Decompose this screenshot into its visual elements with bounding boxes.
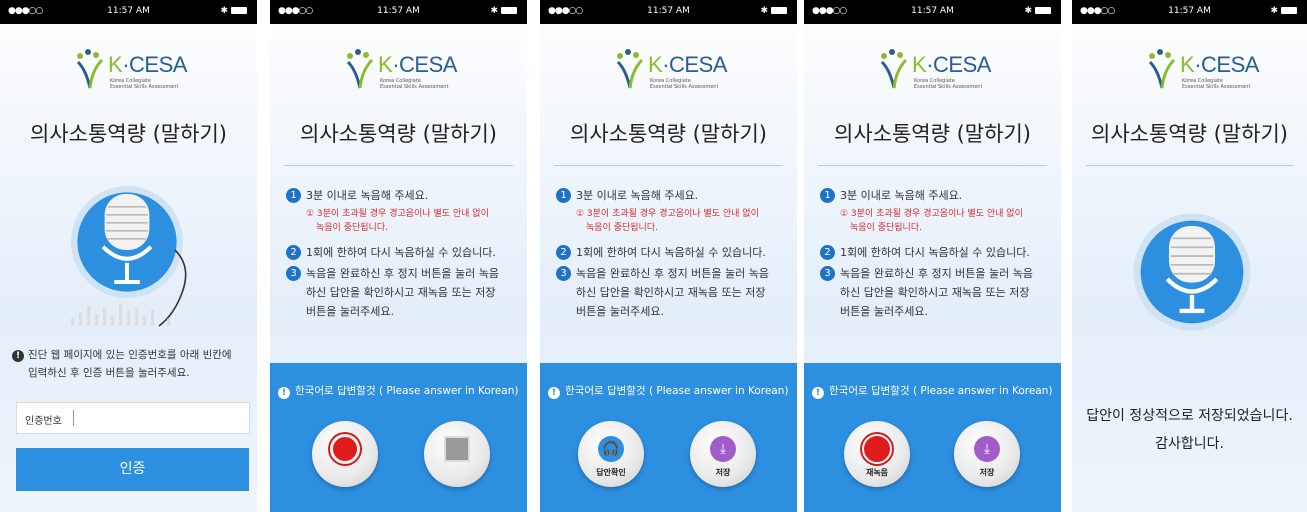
exclamation-icon: !: [548, 387, 560, 399]
review-answer-button[interactable]: 🎧 답안확인: [578, 421, 644, 487]
exclamation-icon: !: [812, 387, 824, 399]
status-bar: ●●●○○ 11:57 AM ✱: [540, 0, 797, 24]
instruction-item: 1 3분 이내로 녹음해 주세요.: [286, 186, 517, 205]
status-time: 11:57 AM: [911, 6, 954, 16]
auth-code-input[interactable]: 인증번호: [16, 402, 250, 434]
logo-figure-icon: [346, 49, 374, 89]
record-icon: [862, 433, 892, 464]
completion-message: 답안이 정상적으로 저장되었습니다. 감사합니다.: [1086, 408, 1293, 452]
status-time: 11:57 AM: [377, 6, 420, 16]
status-bar: ●●●○○ 11:57 AM ✱: [804, 0, 1061, 24]
page-title: 의사소통역량 (말하기): [300, 122, 497, 146]
warning-text: ① 3분이 초과될 경우 경고음이나 별도 안내 없이 녹음이 중단됩니다.: [840, 209, 1023, 233]
instruction-item: 3 녹음을 완료하신 후 정지 버튼을 눌러 녹음 하신 답안을 확인하시고 재녹음…: [820, 264, 1051, 321]
warning-text: ① 3분이 초과될 경우 경고음이나 별도 안내 없이 녹음이 중단됩니다.: [576, 209, 759, 233]
logo-name: K·CESA: [378, 52, 457, 77]
screen-record: ●●●○○ 11:57 AM ✱ K·CESA Korea Collegiate…: [270, 0, 527, 512]
headphones-icon: 🎧: [598, 435, 624, 462]
language-notice: ! 한국어로 답변할것 ( Please answer in Korean): [548, 383, 793, 399]
download-icon: ⤓: [974, 435, 1000, 462]
warning-text: ① 3분이 초과될 경우 경고음이나 별도 안내 없이 녹음이 중단됩니다.: [306, 209, 489, 233]
divider: [818, 165, 1047, 166]
kcesa-logo: K·CESA Korea Collegiate Essential Skills …: [0, 48, 257, 94]
page-title: 의사소통역량 (말하기): [834, 122, 1031, 146]
stop-icon: [444, 435, 470, 462]
instruction-list: 1 3분 이내로 녹음해 주세요. ① 3분이 초과될 경우 경고음이나 별도 안…: [286, 186, 517, 323]
divider: [554, 165, 783, 166]
battery-icon: ✱: [490, 6, 517, 16]
microphone-illustration-icon: [1133, 213, 1251, 331]
download-icon: ⤓: [710, 435, 736, 462]
battery-icon: ✱: [760, 6, 787, 16]
logo-name: K·CESA: [912, 52, 991, 77]
screen-rerecord: ●●●○○ 11:57 AM ✱ K·CESA Korea Collegiate…: [804, 0, 1061, 512]
status-bar: ●●●○○ 11:57 AM ✱: [0, 0, 257, 24]
status-bar: ●●●○○ 11:57 AM ✱: [1072, 0, 1307, 24]
logo-figure-icon: [76, 49, 104, 89]
record-button[interactable]: [312, 421, 378, 487]
logo-subtitle: Korea Collegiate Essential Skills Assessm…: [914, 78, 983, 90]
instruction-list: 1 3분 이내로 녹음해 주세요. ① 3분이 초과될 경우 경고음이나 별도 안…: [556, 186, 787, 323]
auth-instruction: ! 진단 웹 페이지에 있는 인증번호를 아래 빈칸에 입력하신 후 인증 버튼을…: [12, 346, 251, 382]
instruction-item: 2 1회에 한하여 다시 녹음하실 수 있습니다.: [556, 243, 787, 262]
divider: [1086, 165, 1293, 166]
status-time: 11:57 AM: [107, 6, 150, 16]
logo-figure-icon: [1148, 49, 1176, 89]
instruction-item: 3 녹음을 완료하신 후 정지 버튼을 눌러 녹음 하신 답안을 확인하시고 재녹음…: [556, 264, 787, 321]
instruction-item: 1 3분 이내로 녹음해 주세요.: [820, 186, 1051, 205]
logo-name: K·CESA: [1180, 52, 1259, 77]
logo-subtitle: Korea Collegiate Essential Skills Assessm…: [1182, 78, 1251, 90]
control-panel: ! 한국어로 답변할것 ( Please answer in Korean): [270, 363, 527, 512]
logo-name: K·CESA: [648, 52, 727, 77]
control-panel: ! 한국어로 답변할것 ( Please answer in Korean) 🎧 …: [540, 363, 797, 512]
logo-subtitle: Korea Collegiate Essential Skills Assessm…: [110, 78, 179, 90]
page-title: 의사소통역량 (말하기): [30, 122, 227, 146]
page-title: 의사소통역량 (말하기): [570, 122, 767, 146]
kcesa-logo: K·CESA Korea Collegiate Essential Skills …: [804, 48, 1061, 94]
screen-review: ●●●○○ 11:57 AM ✱ K·CESA Korea Collegiate…: [540, 0, 797, 512]
divider: [284, 165, 513, 166]
instruction-item: 3 녹음을 완료하신 후 정지 버튼을 눌러 녹음 하신 답안을 확인하시고 재녹음…: [286, 264, 517, 321]
instruction-item: 2 1회에 한하여 다시 녹음하실 수 있습니다.: [820, 243, 1051, 262]
kcesa-logo: K·CESA Korea Collegiate Essential Skills …: [540, 48, 797, 94]
rerecord-button[interactable]: 재녹음: [844, 421, 910, 487]
stop-button[interactable]: [424, 421, 490, 487]
logo-figure-icon: [880, 49, 908, 89]
exclamation-icon: !: [278, 387, 290, 399]
instruction-item: 2 1회에 한하여 다시 녹음하실 수 있습니다.: [286, 243, 517, 262]
battery-icon: ✱: [1270, 6, 1297, 16]
screen-complete: ●●●○○ 11:57 AM ✱ K·CESA Korea Collegiate…: [1072, 0, 1307, 512]
battery-icon: ✱: [220, 6, 247, 16]
logo-name: K·CESA: [108, 52, 187, 77]
instruction-item: 1 3분 이내로 녹음해 주세요.: [556, 186, 787, 205]
logo-subtitle: Korea Collegiate Essential Skills Assessm…: [380, 78, 449, 90]
record-icon: [330, 433, 360, 464]
kcesa-logo: K·CESA Korea Collegiate Essential Skills …: [270, 48, 527, 94]
status-time: 11:57 AM: [647, 6, 690, 16]
instruction-list: 1 3분 이내로 녹음해 주세요. ① 3분이 초과될 경우 경고음이나 별도 안…: [820, 186, 1051, 323]
save-button[interactable]: ⤓ 저장: [954, 421, 1020, 487]
language-notice: ! 한국어로 답변할것 ( Please answer in Korean): [278, 383, 523, 399]
screen-auth: ●●●○○ 11:57 AM ✱ K·CESA Korea Collegiate…: [0, 0, 257, 512]
auth-button[interactable]: 인증: [16, 448, 249, 491]
kcesa-logo: K·CESA Korea Collegiate Essential Skills …: [1072, 48, 1307, 94]
control-panel: ! 한국어로 답변할것 ( Please answer in Korean) 재녹…: [804, 363, 1061, 512]
status-bar: ●●●○○ 11:57 AM ✱: [270, 0, 527, 24]
exclamation-icon: !: [12, 350, 24, 362]
logo-subtitle: Korea Collegiate Essential Skills Assessm…: [650, 78, 719, 90]
page-title: 의사소통역량 (말하기): [1091, 122, 1288, 146]
logo-figure-icon: [616, 49, 644, 89]
microphone-illustration-icon: [71, 186, 187, 327]
battery-icon: ✱: [1024, 6, 1051, 16]
language-notice: ! 한국어로 답변할것 ( Please answer in Korean): [812, 383, 1057, 399]
save-button[interactable]: ⤓ 저장: [690, 421, 756, 487]
